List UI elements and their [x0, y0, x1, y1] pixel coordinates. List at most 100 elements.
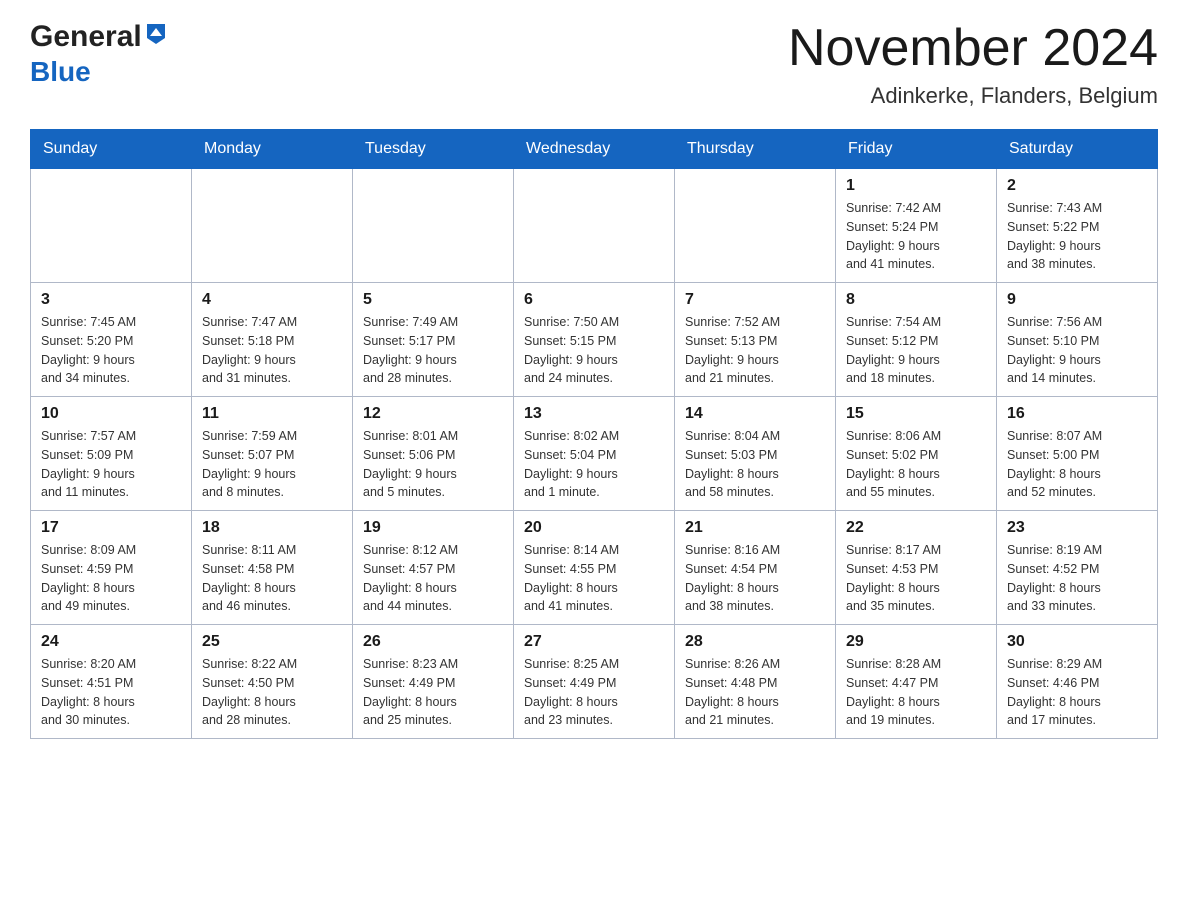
- day-number: 25: [202, 633, 342, 651]
- day-info: Sunrise: 7:57 AMSunset: 5:09 PMDaylight:…: [41, 427, 181, 502]
- day-number: 22: [846, 519, 986, 537]
- calendar-cell: 16Sunrise: 8:07 AMSunset: 5:00 PMDayligh…: [997, 397, 1158, 511]
- day-number: 17: [41, 519, 181, 537]
- calendar-table: SundayMondayTuesdayWednesdayThursdayFrid…: [30, 129, 1158, 739]
- calendar-cell: 13 Sunrise: 8:02 AMSunset: 5:04 PMDayligh…: [514, 397, 675, 511]
- logo: General Blue: [30, 20, 167, 88]
- calendar-cell: 17 Sunrise: 8:09 AMSunset: 4:59 PMDayligh…: [31, 511, 192, 625]
- day-info: Sunrise: 8:25 AMSunset: 4:49 PMDaylight:…: [524, 655, 664, 730]
- calendar-cell: 18 Sunrise: 8:11 AMSunset: 4:58 PMDayligh…: [192, 511, 353, 625]
- calendar-cell: 26Sunrise: 8:23 AMSunset: 4:49 PMDayligh…: [353, 625, 514, 739]
- day-info: Sunrise: 7:54 AMSunset: 5:12 PMDaylight:…: [846, 313, 986, 388]
- weekday-header-tuesday: Tuesday: [353, 130, 514, 169]
- day-number: 2: [1007, 177, 1147, 195]
- logo-arrow-icon: [145, 22, 167, 49]
- calendar-cell: 20 Sunrise: 8:14 AMSunset: 4:55 PMDayligh…: [514, 511, 675, 625]
- day-number: 14: [685, 405, 825, 423]
- calendar-cell: 14Sunrise: 8:04 AMSunset: 5:03 PMDayligh…: [675, 397, 836, 511]
- logo-blue-text: Blue: [30, 56, 91, 88]
- weekday-header-saturday: Saturday: [997, 130, 1158, 169]
- day-number: 18: [202, 519, 342, 537]
- calendar-cell: 23Sunrise: 8:19 AMSunset: 4:52 PMDayligh…: [997, 511, 1158, 625]
- calendar-cell: 3 Sunrise: 7:45 AMSunset: 5:20 PMDaylight…: [31, 283, 192, 397]
- day-info: Sunrise: 8:09 AMSunset: 4:59 PMDaylight:…: [41, 541, 181, 616]
- day-number: 8: [846, 291, 986, 309]
- day-number: 7: [685, 291, 825, 309]
- calendar-cell: 11 Sunrise: 7:59 AMSunset: 5:07 PMDayligh…: [192, 397, 353, 511]
- week-row-4: 17 Sunrise: 8:09 AMSunset: 4:59 PMDayligh…: [31, 511, 1158, 625]
- day-info: Sunrise: 8:17 AMSunset: 4:53 PMDaylight:…: [846, 541, 986, 616]
- day-info: Sunrise: 8:20 AMSunset: 4:51 PMDaylight:…: [41, 655, 181, 730]
- day-number: 21: [685, 519, 825, 537]
- day-info: Sunrise: 8:01 AMSunset: 5:06 PMDaylight:…: [363, 427, 503, 502]
- calendar-cell: 4Sunrise: 7:47 AMSunset: 5:18 PMDaylight…: [192, 283, 353, 397]
- day-info: Sunrise: 7:45 AMSunset: 5:20 PMDaylight:…: [41, 313, 181, 388]
- day-number: 23: [1007, 519, 1147, 537]
- calendar-cell: 5 Sunrise: 7:49 AMSunset: 5:17 PMDaylight…: [353, 283, 514, 397]
- title-block: November 2024 Adinkerke, Flanders, Belgi…: [788, 20, 1158, 109]
- day-info: Sunrise: 7:59 AMSunset: 5:07 PMDaylight:…: [202, 427, 342, 502]
- day-info: Sunrise: 8:22 AMSunset: 4:50 PMDaylight:…: [202, 655, 342, 730]
- day-number: 10: [41, 405, 181, 423]
- day-number: 16: [1007, 405, 1147, 423]
- day-number: 26: [363, 633, 503, 651]
- calendar-cell: [353, 169, 514, 283]
- day-info: Sunrise: 7:52 AMSunset: 5:13 PMDaylight:…: [685, 313, 825, 388]
- calendar-subtitle: Adinkerke, Flanders, Belgium: [788, 83, 1158, 109]
- day-number: 28: [685, 633, 825, 651]
- calendar-cell: 7 Sunrise: 7:52 AMSunset: 5:13 PMDaylight…: [675, 283, 836, 397]
- day-number: 11: [202, 405, 342, 423]
- calendar-cell: 6 Sunrise: 7:50 AMSunset: 5:15 PMDaylight…: [514, 283, 675, 397]
- calendar-cell: 30Sunrise: 8:29 AMSunset: 4:46 PMDayligh…: [997, 625, 1158, 739]
- calendar-cell: 10 Sunrise: 7:57 AMSunset: 5:09 PMDayligh…: [31, 397, 192, 511]
- day-info: Sunrise: 7:50 AMSunset: 5:15 PMDaylight:…: [524, 313, 664, 388]
- day-info: Sunrise: 7:56 AMSunset: 5:10 PMDaylight:…: [1007, 313, 1147, 388]
- day-number: 1: [846, 177, 986, 195]
- calendar-cell: 22 Sunrise: 8:17 AMSunset: 4:53 PMDayligh…: [836, 511, 997, 625]
- day-number: 30: [1007, 633, 1147, 651]
- calendar-cell: 19 Sunrise: 8:12 AMSunset: 4:57 PMDayligh…: [353, 511, 514, 625]
- day-info: Sunrise: 8:02 AMSunset: 5:04 PMDaylight:…: [524, 427, 664, 502]
- weekday-header-sunday: Sunday: [31, 130, 192, 169]
- calendar-cell: [192, 169, 353, 283]
- calendar-cell: 29 Sunrise: 8:28 AMSunset: 4:47 PMDayligh…: [836, 625, 997, 739]
- day-number: 29: [846, 633, 986, 651]
- day-number: 12: [363, 405, 503, 423]
- day-info: Sunrise: 8:14 AMSunset: 4:55 PMDaylight:…: [524, 541, 664, 616]
- calendar-cell: 25 Sunrise: 8:22 AMSunset: 4:50 PMDayligh…: [192, 625, 353, 739]
- day-info: Sunrise: 8:11 AMSunset: 4:58 PMDaylight:…: [202, 541, 342, 616]
- week-row-1: 1Sunrise: 7:42 AMSunset: 5:24 PMDaylight…: [31, 169, 1158, 283]
- day-number: 3: [41, 291, 181, 309]
- weekday-header-row: SundayMondayTuesdayWednesdayThursdayFrid…: [31, 130, 1158, 169]
- day-info: Sunrise: 8:28 AMSunset: 4:47 PMDaylight:…: [846, 655, 986, 730]
- weekday-header-friday: Friday: [836, 130, 997, 169]
- day-info: Sunrise: 8:12 AMSunset: 4:57 PMDaylight:…: [363, 541, 503, 616]
- calendar-cell: 12 Sunrise: 8:01 AMSunset: 5:06 PMDayligh…: [353, 397, 514, 511]
- day-number: 6: [524, 291, 664, 309]
- calendar-cell: 1Sunrise: 7:42 AMSunset: 5:24 PMDaylight…: [836, 169, 997, 283]
- calendar-cell: 27 Sunrise: 8:25 AMSunset: 4:49 PMDayligh…: [514, 625, 675, 739]
- day-info: Sunrise: 7:49 AMSunset: 5:17 PMDaylight:…: [363, 313, 503, 388]
- weekday-header-wednesday: Wednesday: [514, 130, 675, 169]
- calendar-cell: 9 Sunrise: 7:56 AMSunset: 5:10 PMDaylight…: [997, 283, 1158, 397]
- calendar-cell: [31, 169, 192, 283]
- page-header: General Blue November 2024 Adinkerke, Fl…: [30, 20, 1158, 109]
- calendar-cell: 21Sunrise: 8:16 AMSunset: 4:54 PMDayligh…: [675, 511, 836, 625]
- day-info: Sunrise: 7:43 AMSunset: 5:22 PMDaylight:…: [1007, 199, 1147, 274]
- day-number: 20: [524, 519, 664, 537]
- day-number: 5: [363, 291, 503, 309]
- day-number: 9: [1007, 291, 1147, 309]
- day-number: 19: [363, 519, 503, 537]
- week-row-3: 10 Sunrise: 7:57 AMSunset: 5:09 PMDayligh…: [31, 397, 1158, 511]
- calendar-cell: 15 Sunrise: 8:06 AMSunset: 5:02 PMDayligh…: [836, 397, 997, 511]
- day-number: 4: [202, 291, 342, 309]
- calendar-cell: 24 Sunrise: 8:20 AMSunset: 4:51 PMDayligh…: [31, 625, 192, 739]
- day-info: Sunrise: 8:06 AMSunset: 5:02 PMDaylight:…: [846, 427, 986, 502]
- calendar-cell: 8 Sunrise: 7:54 AMSunset: 5:12 PMDaylight…: [836, 283, 997, 397]
- day-info: Sunrise: 8:26 AMSunset: 4:48 PMDaylight:…: [685, 655, 825, 730]
- day-number: 24: [41, 633, 181, 651]
- day-number: 15: [846, 405, 986, 423]
- calendar-title: November 2024: [788, 20, 1158, 77]
- day-number: 13: [524, 405, 664, 423]
- day-number: 27: [524, 633, 664, 651]
